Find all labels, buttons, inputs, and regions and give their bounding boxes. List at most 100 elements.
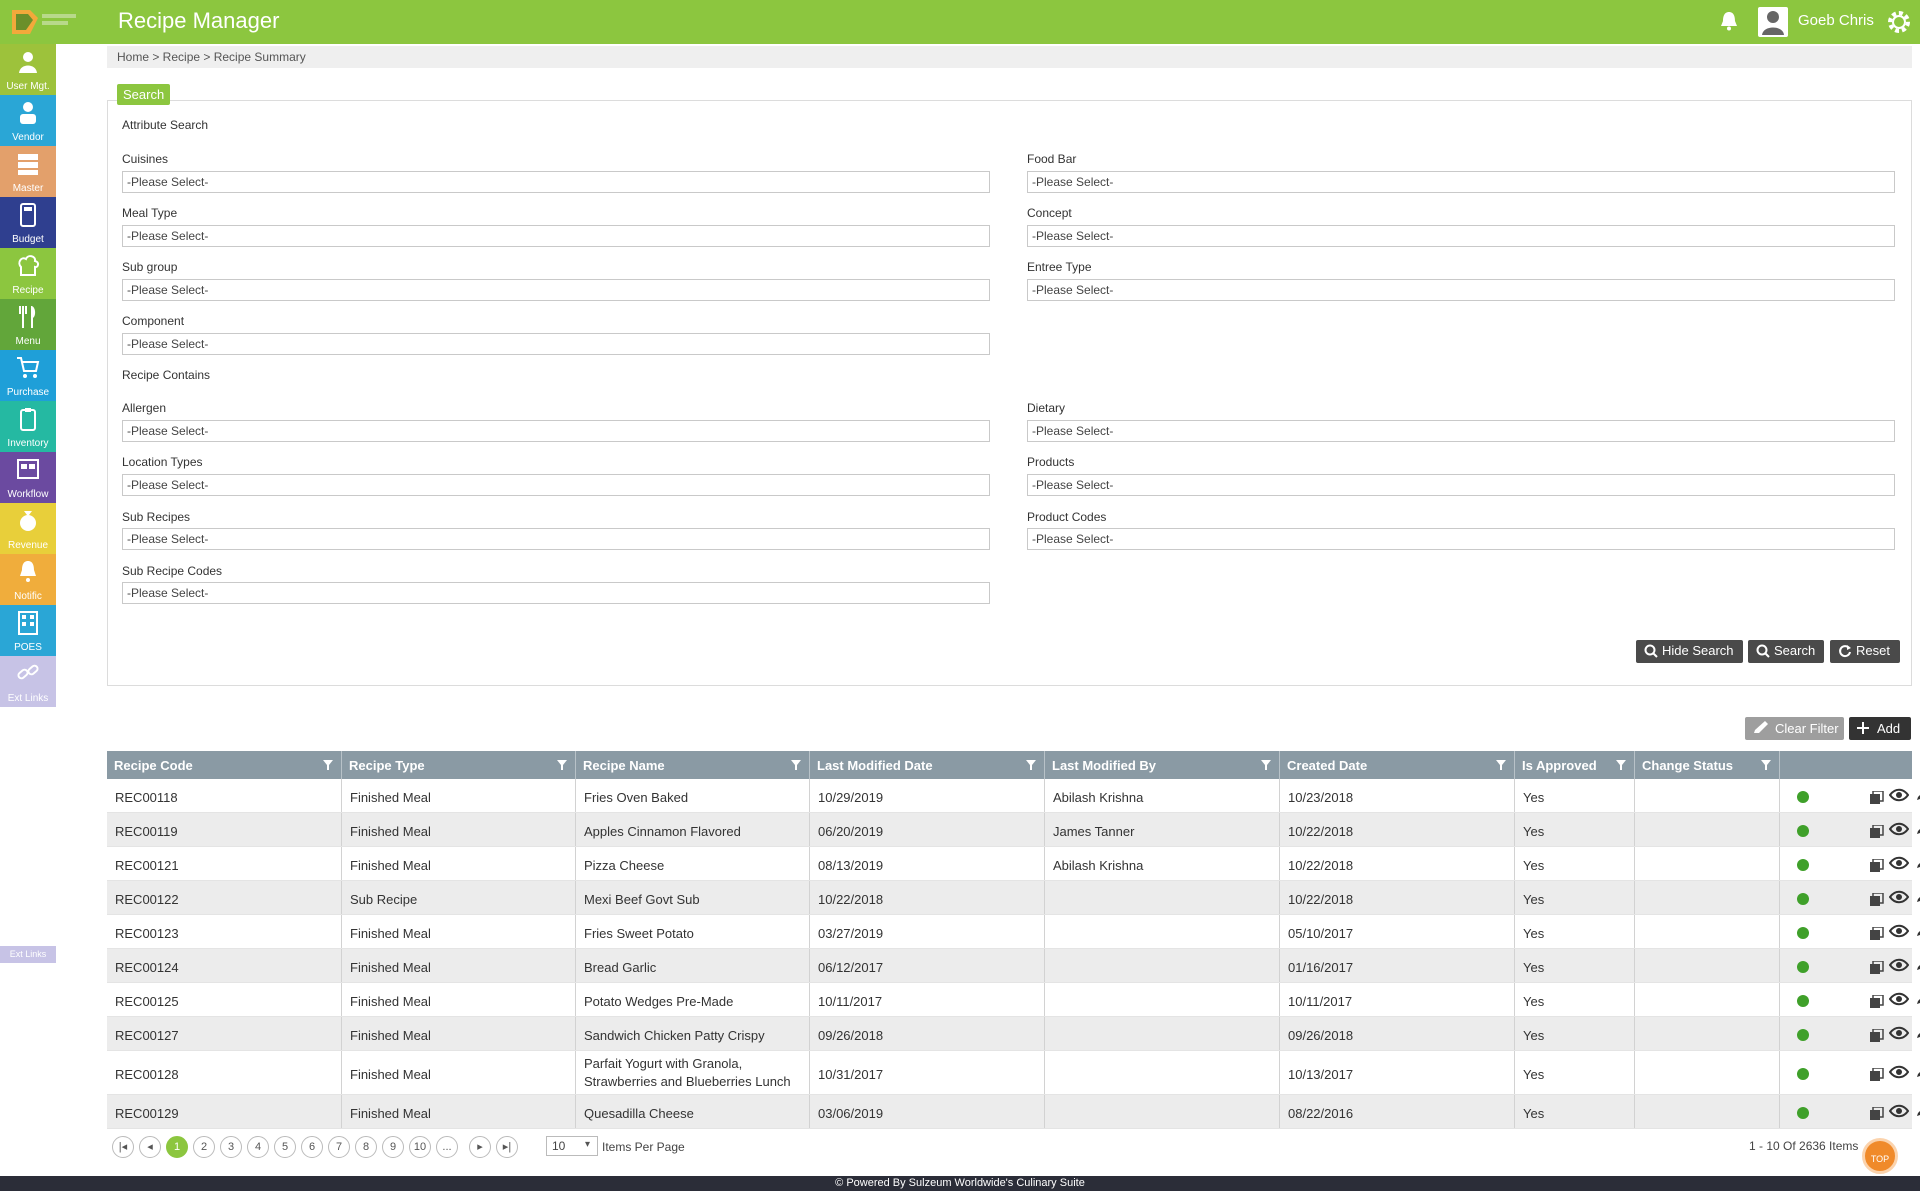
filter-icon[interactable] — [1616, 760, 1626, 770]
table-row[interactable]: REC00123 Finished Meal Fries Sweet Potato 0… — [107, 915, 1920, 949]
sub-group-select[interactable]: -Please Select- — [122, 279, 990, 301]
page-button[interactable]: 10 — [409, 1136, 431, 1158]
copy-icon[interactable] — [1870, 791, 1884, 805]
sidebar-item-ext-links[interactable]: Ext Links — [0, 656, 56, 707]
sidebar-item-menu[interactable]: Menu — [0, 299, 56, 350]
column-header[interactable]: Is Approved — [1515, 751, 1635, 779]
page-button[interactable]: 5 — [274, 1136, 296, 1158]
column-header[interactable]: Recipe Name — [576, 751, 810, 779]
eye-icon[interactable] — [1889, 992, 1909, 1006]
avatar[interactable] — [1758, 7, 1788, 37]
page-button[interactable]: 4 — [247, 1136, 269, 1158]
eye-icon[interactable] — [1889, 1026, 1909, 1040]
status-indicator[interactable] — [1797, 1107, 1809, 1119]
eye-icon[interactable] — [1889, 924, 1909, 938]
dietary-select[interactable]: -Please Select- — [1027, 420, 1895, 442]
status-indicator[interactable] — [1797, 825, 1809, 837]
sidebar-item-vendor[interactable]: Vendor — [0, 95, 56, 146]
sidebar-item-inventory[interactable]: Inventory — [0, 401, 56, 452]
pencil-icon[interactable] — [1915, 822, 1920, 836]
product-codes-select[interactable]: -Please Select- — [1027, 528, 1895, 550]
copy-icon[interactable] — [1870, 859, 1884, 873]
sidebar-item-budget[interactable]: Budget — [0, 197, 56, 248]
page-button[interactable]: 8 — [355, 1136, 377, 1158]
pencil-icon[interactable] — [1915, 788, 1920, 802]
table-row[interactable]: REC00121 Finished Meal Pizza Cheese 08/13/2… — [107, 847, 1920, 881]
bell-icon[interactable] — [1718, 10, 1740, 32]
status-indicator[interactable] — [1797, 859, 1809, 871]
copy-icon[interactable] — [1870, 961, 1884, 975]
copy-icon[interactable] — [1870, 1029, 1884, 1043]
copy-icon[interactable] — [1870, 1107, 1884, 1121]
entree-type-select[interactable]: -Please Select- — [1027, 279, 1895, 301]
status-indicator[interactable] — [1797, 995, 1809, 1007]
filter-icon[interactable] — [1261, 760, 1271, 770]
next-page-button[interactable]: ▸ — [469, 1136, 491, 1158]
location-types-select[interactable]: -Please Select- — [122, 474, 990, 496]
page-button[interactable]: 3 — [220, 1136, 242, 1158]
gear-icon[interactable] — [1886, 9, 1912, 35]
column-header[interactable]: Recipe Type — [342, 751, 576, 779]
pencil-icon[interactable] — [1915, 856, 1920, 870]
copy-icon[interactable] — [1870, 1068, 1884, 1082]
clear-filter-button[interactable]: Clear Filter — [1745, 717, 1844, 740]
sub-recipe-codes-select[interactable]: -Please Select- — [122, 582, 990, 604]
sidebar-item-notific[interactable]: Notific — [0, 554, 56, 605]
component-select[interactable]: -Please Select- — [122, 333, 990, 355]
sidebar-item-user-mgt[interactable]: User Mgt. — [0, 44, 56, 95]
status-indicator[interactable] — [1797, 1068, 1809, 1080]
column-header[interactable]: Created Date — [1280, 751, 1515, 779]
search-tab[interactable]: Search — [117, 84, 171, 105]
filter-icon[interactable] — [1761, 760, 1771, 770]
column-header[interactable]: Change Status — [1635, 751, 1780, 779]
filter-icon[interactable] — [791, 760, 801, 770]
last-page-button[interactable]: ▸| — [496, 1136, 518, 1158]
eye-icon[interactable] — [1889, 822, 1909, 836]
filter-icon[interactable] — [1026, 760, 1036, 770]
add-button[interactable]: Add — [1849, 717, 1911, 740]
reset-button[interactable]: Reset — [1830, 640, 1900, 663]
eye-icon[interactable] — [1889, 1065, 1909, 1079]
eye-icon[interactable] — [1889, 958, 1909, 972]
breadcrumb[interactable]: Home > Recipe > Recipe Summary — [117, 50, 306, 64]
status-indicator[interactable] — [1797, 791, 1809, 803]
filter-icon[interactable] — [323, 760, 333, 770]
page-button[interactable]: 7 — [328, 1136, 350, 1158]
filter-icon[interactable] — [557, 760, 567, 770]
table-row[interactable]: REC00127 Finished Meal Sandwich Chicken Pa… — [107, 1017, 1920, 1051]
copy-icon[interactable] — [1870, 825, 1884, 839]
copy-icon[interactable] — [1870, 927, 1884, 941]
column-header[interactable]: Last Modified Date — [810, 751, 1045, 779]
first-page-button[interactable]: |◂ — [112, 1136, 134, 1158]
sidebar-item-purchase[interactable]: Purchase — [0, 350, 56, 401]
pencil-icon[interactable] — [1915, 1065, 1920, 1079]
table-row[interactable]: REC00125 Finished Meal Potato Wedges Pre-M… — [107, 983, 1920, 1017]
table-row[interactable]: REC00124 Finished Meal Bread Garlic 06/12/2… — [107, 949, 1920, 983]
allergen-select[interactable]: -Please Select- — [122, 420, 990, 442]
hide-search-button[interactable]: Hide Search — [1636, 640, 1743, 663]
table-row[interactable]: REC00122 Sub Recipe Mexi Beef Govt Sub 10/2… — [107, 881, 1920, 915]
status-indicator[interactable] — [1797, 1029, 1809, 1041]
table-row[interactable]: REC00129 Finished Meal Quesadilla Cheese 03… — [107, 1095, 1920, 1129]
concept-select[interactable]: -Please Select- — [1027, 225, 1895, 247]
sidebar-item-poes[interactable]: POES — [0, 605, 56, 656]
page-button[interactable]: 9 — [382, 1136, 404, 1158]
pencil-icon[interactable] — [1915, 958, 1920, 972]
prev-page-button[interactable]: ◂ — [139, 1136, 161, 1158]
scroll-top-button[interactable]: TOP — [1862, 1138, 1898, 1174]
table-row[interactable]: REC00128 Finished Meal Parfait Yogurt with… — [107, 1051, 1920, 1095]
app-logo-icon[interactable] — [8, 6, 80, 38]
eye-icon[interactable] — [1889, 856, 1909, 870]
status-indicator[interactable] — [1797, 893, 1809, 905]
eye-icon[interactable] — [1889, 890, 1909, 904]
eye-icon[interactable] — [1889, 788, 1909, 802]
sub-recipes-select[interactable]: -Please Select- — [122, 528, 990, 550]
page-button[interactable]: 2 — [193, 1136, 215, 1158]
pencil-icon[interactable] — [1915, 1104, 1920, 1118]
search-button[interactable]: Search — [1748, 640, 1824, 663]
status-indicator[interactable] — [1797, 927, 1809, 939]
pencil-icon[interactable] — [1915, 992, 1920, 1006]
cuisines-select[interactable]: -Please Select- — [122, 171, 990, 193]
pencil-icon[interactable] — [1915, 1026, 1920, 1040]
per-page-select[interactable]: 10 — [546, 1136, 598, 1156]
